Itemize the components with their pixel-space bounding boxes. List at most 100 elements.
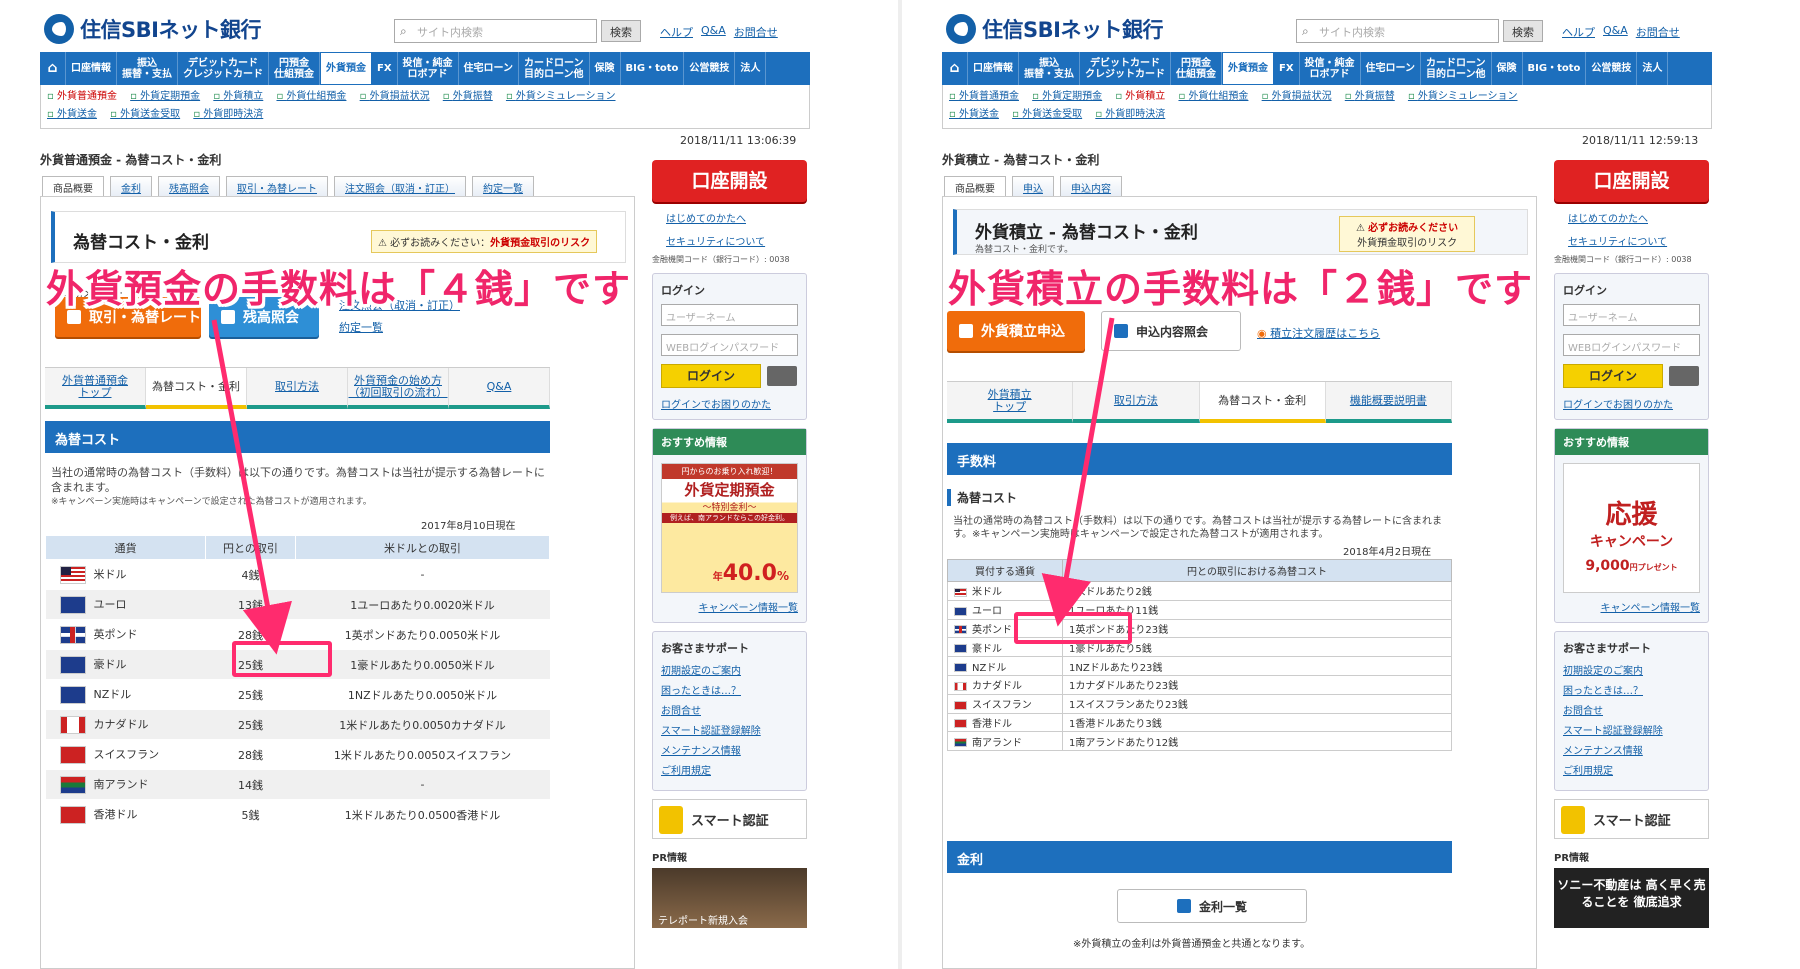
subnav-fx-remit[interactable]: 外貨送金 xyxy=(949,109,999,120)
subnav-fx-structured[interactable]: 外貨仕組預金 xyxy=(1178,91,1248,102)
username-field[interactable]: ユーザーネーム xyxy=(661,304,798,326)
smart-auth-banner[interactable]: スマート認証 xyxy=(652,799,807,839)
nav-corporate[interactable]: 法人 xyxy=(735,52,767,85)
security-link[interactable]: セキュリティについて xyxy=(652,233,807,248)
first-time-link[interactable]: はじめてのかたへ xyxy=(1554,210,1709,225)
nav-fund[interactable]: 投信・純金 ロボアド xyxy=(1300,52,1361,85)
subnav-fx-transfer[interactable]: 外貨振替 xyxy=(443,91,493,102)
subnav-fx-receive[interactable]: 外貨送金受取 xyxy=(1012,109,1082,120)
contact-link[interactable]: お問合せ xyxy=(1636,24,1680,40)
subtab-top[interactable]: 外貨積立 トップ xyxy=(947,382,1074,423)
nav-big-toto[interactable]: BIG・toto xyxy=(621,52,685,85)
nav-loan[interactable]: カードローン 目的ローン他 xyxy=(1421,52,1492,85)
tab-orders[interactable]: 注文照会（取消・訂正） xyxy=(334,176,466,196)
history-link[interactable]: ◉ 積立注文履歴はこちら xyxy=(1257,325,1380,341)
subtab-top[interactable]: 外貨普通預金 トップ xyxy=(45,368,146,409)
nav-big-toto[interactable]: BIG・toto xyxy=(1523,52,1587,85)
support-link[interactable]: お問合せ xyxy=(1563,702,1700,717)
nav-fx[interactable]: FX xyxy=(372,52,398,85)
support-link[interactable]: 困ったときは…？ xyxy=(1563,682,1700,697)
subtab-cost[interactable]: 為替コスト・金利 xyxy=(1199,382,1326,423)
keyboard-icon[interactable] xyxy=(1669,365,1699,386)
support-link[interactable]: メンテナンス情報 xyxy=(1563,742,1700,757)
nav-mortgage[interactable]: 住宅ローン xyxy=(1361,52,1422,85)
nav-fund[interactable]: 投信・純金 ロボアド xyxy=(398,52,459,85)
nav-card[interactable]: デビットカード クレジットカード xyxy=(1080,52,1171,85)
help-link[interactable]: ヘルプ xyxy=(1562,24,1595,40)
view-application-button[interactable]: 申込内容照会 xyxy=(1101,311,1241,351)
tab-apply[interactable]: 申込 xyxy=(1012,176,1054,196)
subtab-method[interactable]: 取引方法 xyxy=(1073,382,1200,423)
subnav-fx-pl[interactable]: 外貨損益状況 xyxy=(1262,91,1332,102)
login-help-link[interactable]: ログインでお困りのかた xyxy=(661,396,798,411)
subnav-fx-pl[interactable]: 外貨損益状況 xyxy=(360,91,430,102)
risk-warning[interactable]: ⚠ 必ずお読みください 外貨預金取引のリスク xyxy=(1339,216,1476,252)
subtab-qa[interactable]: Q&A xyxy=(449,368,550,409)
subnav-fx-sim[interactable]: 外貨シミュレーション xyxy=(506,91,616,102)
promo-banner[interactable]: 応援 キャンペーン 9,000円プレゼント xyxy=(1563,463,1700,593)
subtab-method[interactable]: 取引方法 xyxy=(247,368,348,409)
support-link[interactable]: お問合せ xyxy=(661,702,798,717)
subnav-fx-time[interactable]: 外貨定期預金 xyxy=(1032,91,1102,102)
nav-fx[interactable]: FX xyxy=(1274,52,1300,85)
subtab-manual[interactable]: 機能概要説明書 xyxy=(1325,382,1452,423)
first-time-link[interactable]: はじめてのかたへ xyxy=(652,210,807,225)
support-link[interactable]: メンテナンス情報 xyxy=(661,742,798,757)
subnav-fx-structured[interactable]: 外貨仕組預金 xyxy=(276,91,346,102)
subnav-fx-tsumitate[interactable]: 外貨積立 xyxy=(213,91,263,102)
support-link[interactable]: ご利用規定 xyxy=(1563,762,1700,777)
support-link[interactable]: ご利用規定 xyxy=(661,762,798,777)
rates-list-button[interactable]: 金利一覧 xyxy=(1117,889,1307,923)
login-button[interactable]: ログイン xyxy=(1563,364,1663,388)
tab-balance[interactable]: 残高照会 xyxy=(158,176,220,196)
nav-insurance[interactable]: 保険 xyxy=(1492,52,1523,85)
password-field[interactable]: WEBログインパスワード xyxy=(661,334,798,356)
subnav-fx-settle[interactable]: 外貨即時決済 xyxy=(193,109,263,120)
pr-banner[interactable]: ソニー不動産は 高く早く売ることを 徹底追求 xyxy=(1554,868,1709,928)
nav-corporate[interactable]: 法人 xyxy=(1637,52,1669,85)
nav-account[interactable]: 口座情報 xyxy=(968,52,1019,85)
nav-fx-deposit[interactable]: 外貨預金 xyxy=(320,52,372,85)
nav-insurance[interactable]: 保険 xyxy=(590,52,621,85)
nav-account[interactable]: 口座情報 xyxy=(66,52,117,85)
subnav-fx-settle[interactable]: 外貨即時決済 xyxy=(1095,109,1165,120)
support-link[interactable]: 困ったときは…？ xyxy=(661,682,798,697)
search-input[interactable]: ⌕ サイト内検索 xyxy=(394,19,597,43)
login-help-link[interactable]: ログインでお困りのかた xyxy=(1563,396,1700,411)
nav-card[interactable]: デビットカード クレジットカード xyxy=(178,52,269,85)
subnav-fx-time[interactable]: 外貨定期預金 xyxy=(130,91,200,102)
nav-mortgage[interactable]: 住宅ローン xyxy=(459,52,520,85)
bank-logo[interactable]: 住信SBIネット銀行 xyxy=(44,14,261,44)
home-icon[interactable]: ⌂ xyxy=(40,52,66,85)
keyboard-icon[interactable] xyxy=(767,365,797,386)
nav-race[interactable]: 公営競技 xyxy=(684,52,736,85)
search-button[interactable]: 検索 xyxy=(601,20,641,42)
login-button[interactable]: ログイン xyxy=(661,364,761,388)
tab-overview[interactable]: 商品概要 xyxy=(42,176,104,196)
tab-interest[interactable]: 金利 xyxy=(110,176,152,196)
open-account-button[interactable]: 口座開設 xyxy=(1554,160,1709,202)
campaign-link[interactable]: キャンペーン情報一覧 xyxy=(1563,599,1701,614)
apply-button[interactable]: 外貨積立申込 xyxy=(947,311,1085,351)
support-link[interactable]: 初期設定のご案内 xyxy=(1563,662,1700,677)
support-link[interactable]: スマート認証登録解除 xyxy=(1563,722,1700,737)
nav-transfer[interactable]: 振込 振替・支払 xyxy=(1019,52,1080,85)
executions-link[interactable]: 約定一覧 xyxy=(339,319,460,335)
support-link[interactable]: 初期設定のご案内 xyxy=(661,662,798,677)
username-field[interactable]: ユーザーネーム xyxy=(1563,304,1700,326)
qa-link[interactable]: Q&A xyxy=(701,24,726,40)
pr-banner[interactable]: テレポート新規入会 xyxy=(652,868,807,928)
subnav-fx-sim[interactable]: 外貨シミュレーション xyxy=(1408,91,1518,102)
smart-auth-banner[interactable]: スマート認証 xyxy=(1554,799,1709,839)
tab-trade[interactable]: 取引・為替レート xyxy=(226,176,328,196)
subnav-fx-ordinary[interactable]: 外貨普通預金 xyxy=(949,91,1019,102)
search-input[interactable]: ⌕ サイト内検索 xyxy=(1296,19,1499,43)
open-account-button[interactable]: 口座開設 xyxy=(652,160,807,202)
tab-overview[interactable]: 商品概要 xyxy=(944,176,1006,196)
subnav-fx-ordinary[interactable]: 外貨普通預金 xyxy=(47,91,117,102)
security-link[interactable]: セキュリティについて xyxy=(1554,233,1709,248)
help-link[interactable]: ヘルプ xyxy=(660,24,693,40)
subnav-fx-transfer[interactable]: 外貨振替 xyxy=(1345,91,1395,102)
subtab-cost[interactable]: 為替コスト・金利 xyxy=(146,368,247,409)
campaign-link[interactable]: キャンペーン情報一覧 xyxy=(661,599,799,614)
